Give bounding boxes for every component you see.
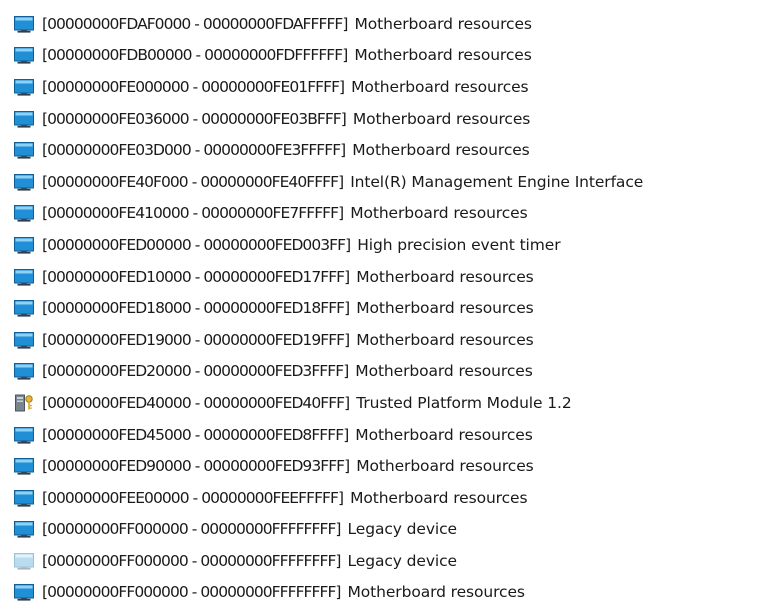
- resource-row[interactable]: [00000000FED20000 - 00000000FED3FFFF] Mot…: [0, 356, 779, 388]
- device-name: Motherboard resources: [352, 141, 530, 160]
- memory-range: [00000000FED90000 - 00000000FED93FFF]: [42, 457, 350, 476]
- device-name: Legacy device: [347, 551, 458, 570]
- device-name: Legacy device: [347, 520, 458, 539]
- device-icon: [14, 110, 34, 128]
- device-icon-graphic: [14, 426, 34, 444]
- device-icon: [14, 268, 34, 286]
- device-icon-graphic: [14, 236, 34, 254]
- memory-range: [00000000FE000000 - 00000000FE01FFFF]: [42, 77, 345, 96]
- memory-range: [00000000FED40000 - 00000000FED40FFF]: [42, 393, 350, 412]
- device-icon-graphic: [14, 489, 34, 507]
- device-disabled-icon: [14, 552, 34, 570]
- resource-row[interactable]: [00000000FDAF0000 - 00000000FDAFFFFF] Mot…: [0, 8, 779, 40]
- device-name: Intel(R) Management Engine Interface: [350, 172, 644, 191]
- device-icon-graphic: [14, 15, 34, 33]
- device-name: Motherboard resources: [355, 362, 533, 381]
- security-key-icon: [14, 394, 34, 412]
- resource-row[interactable]: [00000000FED18000 - 00000000FED18FFF] Mot…: [0, 292, 779, 324]
- memory-range: [00000000FF000000 - 00000000FFFFFFFF]: [42, 583, 341, 602]
- memory-range: [00000000FF000000 - 00000000FFFFFFFF]: [42, 520, 341, 539]
- device-icon: [14, 489, 34, 507]
- device-icon: [14, 204, 34, 222]
- resource-row[interactable]: [00000000FF000000 - 00000000FFFFFFFF] Leg…: [0, 545, 779, 577]
- memory-range: [00000000FE036000 - 00000000FE03BFFF]: [42, 109, 347, 128]
- device-name: Motherboard resources: [347, 583, 525, 602]
- device-icon: [14, 173, 34, 191]
- device-name: Motherboard resources: [356, 299, 534, 318]
- device-name: Motherboard resources: [350, 488, 528, 507]
- resource-row[interactable]: [00000000FE40F000 - 00000000FE40FFFF] Int…: [0, 166, 779, 198]
- device-icon: [14, 331, 34, 349]
- memory-range: [00000000FED00000 - 00000000FED003FF]: [42, 235, 351, 254]
- memory-range: [00000000FE03D000 - 00000000FE3FFFFF]: [42, 141, 346, 160]
- resource-row[interactable]: [00000000FED19000 - 00000000FED19FFF] Mot…: [0, 324, 779, 356]
- device-icon-graphic: [14, 110, 34, 128]
- device-name: Motherboard resources: [354, 46, 532, 65]
- resource-row[interactable]: [00000000FEE00000 - 00000000FEEFFFFF] Mot…: [0, 482, 779, 514]
- memory-range: [00000000FDAF0000 - 00000000FDAFFFFF]: [42, 14, 348, 33]
- device-icon: [14, 15, 34, 33]
- device-name: Motherboard resources: [356, 457, 534, 476]
- device-name: Motherboard resources: [350, 204, 528, 223]
- device-icon: [14, 236, 34, 254]
- device-name: Motherboard resources: [355, 425, 533, 444]
- memory-range: [00000000FDB00000 - 00000000FDFFFFFF]: [42, 46, 348, 65]
- memory-range: [00000000FED19000 - 00000000FED19FFF]: [42, 330, 350, 349]
- device-disabled-icon-graphic: [14, 552, 34, 570]
- resource-row[interactable]: [00000000FDB00000 - 00000000FDFFFFFF] Mot…: [0, 40, 779, 72]
- memory-range: [00000000FEE00000 - 00000000FEEFFFFF]: [42, 488, 344, 507]
- device-icon: [14, 426, 34, 444]
- device-name: Motherboard resources: [352, 109, 531, 128]
- resource-row[interactable]: [00000000FE410000 - 00000000FE7FFFFF] Mot…: [0, 198, 779, 230]
- resource-row[interactable]: [00000000FE000000 - 00000000FE01FFFF] Mot…: [0, 71, 779, 103]
- device-name: Motherboard resources: [351, 77, 529, 96]
- memory-range: [00000000FED10000 - 00000000FED17FFF]: [42, 267, 350, 286]
- device-icon: [14, 457, 34, 475]
- device-icon-graphic: [14, 584, 34, 602]
- device-name: Trusted Platform Module 1.2: [356, 393, 572, 412]
- resource-row[interactable]: [00000000FED00000 - 00000000FED003FF] Hig…: [0, 229, 779, 261]
- resource-row[interactable]: [00000000FED40000 - 00000000FED40FFF] Tru…: [0, 387, 779, 419]
- device-icon-graphic: [14, 142, 34, 159]
- memory-range: [00000000FED45000 - 00000000FED8FFFF]: [42, 425, 349, 444]
- device-icon: [14, 299, 34, 317]
- device-name: Motherboard resources: [356, 330, 534, 349]
- device-icon-graphic: [14, 300, 34, 317]
- device-icon: [14, 78, 34, 96]
- memory-resource-list: [00000000FDAF0000 - 00000000FDAFFFFF] Mot…: [0, 8, 779, 608]
- device-icon-graphic: [14, 363, 34, 380]
- device-icon-graphic: [14, 205, 34, 222]
- memory-range: [00000000FE410000 - 00000000FE7FFFFF]: [42, 204, 344, 223]
- device-icon: [14, 520, 34, 538]
- device-icon: [14, 141, 34, 159]
- device-icon-graphic: [14, 173, 34, 191]
- memory-range: [00000000FF000000 - 00000000FFFFFFFF]: [42, 551, 341, 570]
- memory-range: [00000000FE40F000 - 00000000FE40FFFF]: [42, 172, 344, 191]
- device-name: High precision event timer: [357, 235, 561, 254]
- device-icon-graphic: [14, 521, 34, 538]
- memory-range: [00000000FED20000 - 00000000FED3FFFF]: [42, 362, 349, 381]
- device-icon-graphic: [14, 458, 34, 475]
- device-name: Motherboard resources: [356, 267, 534, 286]
- device-icon-graphic: [14, 47, 34, 64]
- resource-row[interactable]: [00000000FE036000 - 00000000FE03BFFF] Mot…: [0, 103, 779, 135]
- resource-row[interactable]: [00000000FF000000 - 00000000FFFFFFFF] Leg…: [0, 514, 779, 546]
- memory-range: [00000000FED18000 - 00000000FED18FFF]: [42, 299, 350, 318]
- device-icon-graphic: [14, 268, 34, 286]
- device-icon: [14, 46, 34, 64]
- device-icon: [14, 362, 34, 380]
- device-icon-graphic: [14, 78, 34, 96]
- security-key-icon-graphic: [15, 394, 33, 412]
- resource-row[interactable]: [00000000FE03D000 - 00000000FE3FFFFF] Mot…: [0, 134, 779, 166]
- device-name: Motherboard resources: [354, 14, 532, 33]
- device-icon: [14, 583, 34, 602]
- device-icon-graphic: [14, 331, 34, 349]
- resource-row[interactable]: [00000000FED45000 - 00000000FED8FFFF] Mot…: [0, 419, 779, 451]
- resource-row[interactable]: [00000000FED90000 - 00000000FED93FFF] Mot…: [0, 450, 779, 482]
- resource-row[interactable]: [00000000FED10000 - 00000000FED17FFF] Mot…: [0, 261, 779, 293]
- resource-row[interactable]: [00000000FF000000 - 00000000FFFFFFFF] Mot…: [0, 577, 779, 608]
